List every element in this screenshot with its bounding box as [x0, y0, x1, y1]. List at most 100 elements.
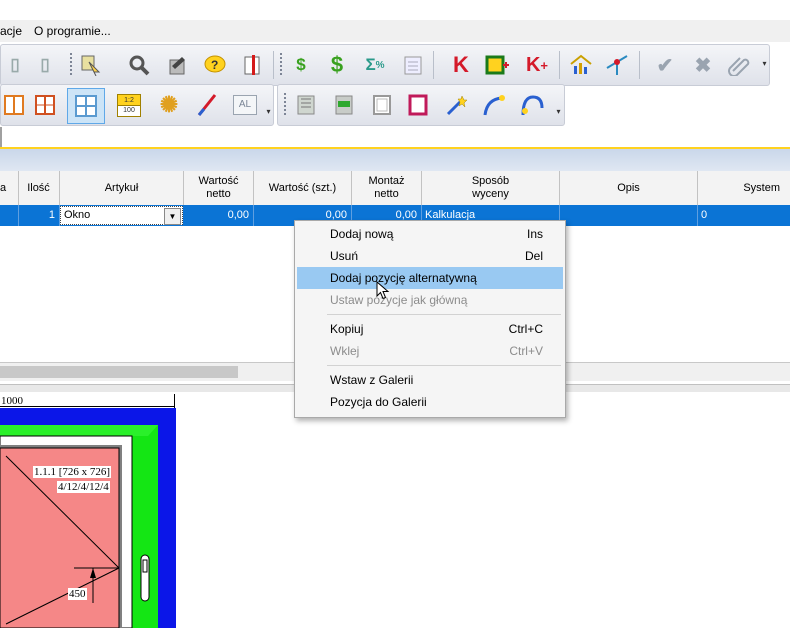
- menu-item-set-as-main[interactable]: Ustaw pozycje jak główną: [297, 289, 563, 311]
- article-dropdown[interactable]: Okno ▼: [60, 206, 183, 225]
- split-icon[interactable]: [603, 51, 631, 79]
- help-icon[interactable]: ?: [201, 51, 229, 79]
- toolbar-overflow-chevron[interactable]: ▾: [555, 99, 562, 125]
- check-icon[interactable]: ✔: [651, 51, 679, 79]
- mouse-cursor-icon: [376, 281, 390, 300]
- k-icon[interactable]: K: [447, 51, 475, 79]
- menu-item-actions[interactable]: acje: [0, 24, 22, 38]
- context-menu: Dodaj nową Ins Usuń Del Dodaj pozycję al…: [294, 220, 566, 418]
- chart-house-icon[interactable]: [567, 51, 595, 79]
- menu-item-label: Dodaj pozycję alternatywną: [330, 271, 477, 285]
- toolbar-separator: [273, 51, 274, 79]
- toolbar-grip[interactable]: [281, 91, 289, 119]
- filter-strip-edge: [0, 127, 2, 147]
- menu-item-label: Dodaj nową: [330, 227, 394, 241]
- menu-item-label: Wstaw z Galerii: [330, 373, 414, 387]
- menu-item-insert-from-gallery[interactable]: Wstaw z Galerii: [297, 369, 563, 391]
- menu-item-label: Kopiuj: [330, 322, 364, 336]
- toolbar-overflow-chevron[interactable]: ▾: [761, 51, 768, 77]
- column-header-a[interactable]: a: [0, 171, 19, 205]
- column-header-assembly-net[interactable]: Montaż netto: [352, 171, 422, 205]
- toolbar-overflow-chevron[interactable]: ▾: [265, 99, 272, 125]
- menu-item-shortcut: Ctrl+C: [508, 322, 543, 336]
- window-drawing: [0, 408, 176, 628]
- k-plus-icon[interactable]: K +: [523, 51, 551, 79]
- menu-item-delete[interactable]: Usuń Del: [297, 245, 563, 267]
- toolbar-separator: [639, 51, 640, 79]
- menu-item-copy[interactable]: Kopiuj Ctrl+C: [297, 318, 563, 340]
- ruler-tick: [174, 394, 175, 408]
- sash-label: 1.1.1 [726 x 726]: [33, 466, 112, 478]
- toolbar-row-1: ▯ ▯ ? $ $ Σ% K K + ✔ ✖ ▾: [0, 44, 770, 86]
- dollar-icon[interactable]: $: [287, 51, 315, 79]
- grid-header: a Ilość Artykuł Wartość netto Wartość (s…: [0, 171, 790, 206]
- article-dropdown-value: Okno: [64, 209, 91, 221]
- menu-item-add-new[interactable]: Dodaj nową Ins: [297, 223, 563, 245]
- cursor-icon[interactable]: [77, 51, 105, 79]
- menu-item-label: Ustaw pozycje jak główną: [330, 293, 468, 307]
- frame-cross-button[interactable]: [67, 88, 105, 124]
- frame-icon[interactable]: [368, 91, 396, 119]
- sigma-percent-icon[interactable]: Σ%: [361, 51, 389, 79]
- menu-item-paste[interactable]: Wklej Ctrl+V: [297, 340, 563, 362]
- frame-split2-icon[interactable]: [31, 91, 59, 119]
- row-cell-value-net[interactable]: 0,00: [184, 205, 254, 226]
- row-cell-description[interactable]: [560, 205, 698, 226]
- toolbar-row-2b: ▾: [277, 84, 565, 126]
- drawing-canvas[interactable]: 1000 1.1.1 [726 x 726] 4/12/4/12/4 450: [0, 392, 790, 628]
- line-icon[interactable]: [193, 91, 221, 119]
- dollar-multi-icon[interactable]: $: [323, 51, 351, 79]
- gear-icon[interactable]: ✺: [155, 91, 183, 119]
- row-cell-a: [0, 205, 19, 226]
- report-icon[interactable]: [239, 51, 267, 79]
- scrollbar-thumb[interactable]: [0, 366, 238, 378]
- column-header-article[interactable]: Artykuł: [60, 171, 184, 205]
- red-frame-icon[interactable]: [404, 91, 432, 119]
- menu-item-save-to-gallery[interactable]: Pozycja do Galerii: [297, 391, 563, 413]
- ruler-line: [0, 406, 174, 407]
- dimension-label: 450: [68, 588, 87, 600]
- menu-item-label: Wklej: [330, 344, 360, 358]
- column-header-quantity[interactable]: Ilość: [18, 171, 60, 205]
- menu-item-label: Usuń: [330, 249, 359, 263]
- al-label: AL: [233, 95, 257, 115]
- x-icon[interactable]: ✖: [689, 51, 717, 79]
- search-icon[interactable]: [125, 51, 153, 79]
- doc-icon[interactable]: ▯: [31, 51, 59, 79]
- notes-icon[interactable]: [399, 51, 427, 79]
- frame-cross-icon: [75, 95, 97, 117]
- chevron-down-icon[interactable]: ▼: [164, 208, 181, 225]
- menu-item-about[interactable]: O programie...: [34, 24, 111, 38]
- menu-separator: [327, 314, 561, 315]
- frame-add-icon[interactable]: [483, 51, 511, 79]
- attach-icon[interactable]: [725, 51, 753, 79]
- column-header-value-net[interactable]: Wartość netto: [184, 171, 254, 205]
- texture-icon[interactable]: [292, 91, 320, 119]
- column-header-system[interactable]: System: [698, 171, 790, 205]
- column-header-pricing-method[interactable]: Sposób wyceny: [422, 171, 560, 205]
- row-cell-quantity[interactable]: 1: [18, 205, 60, 226]
- column-header-value-unit[interactable]: Wartość (szt.): [254, 171, 352, 205]
- menu-item-shortcut: Ins: [526, 227, 543, 241]
- scale-icon[interactable]: 1:2 100: [117, 94, 141, 117]
- menu-item-add-alternative[interactable]: Dodaj pozycję alternatywną: [297, 267, 563, 289]
- row-cell-system[interactable]: 0: [698, 205, 790, 226]
- glass-label: 4/12/4/12/4: [57, 481, 110, 493]
- edit-icon[interactable]: [163, 51, 191, 79]
- toolbar-separator: [433, 51, 434, 79]
- menu-item-label: Pozycja do Galerii: [330, 395, 427, 409]
- al-icon[interactable]: AL: [231, 91, 259, 119]
- arc-icon[interactable]: [480, 91, 508, 119]
- toolbar-grip[interactable]: [277, 51, 285, 79]
- wand-icon[interactable]: [442, 91, 470, 119]
- menu-item-shortcut: Ctrl+V: [509, 344, 543, 358]
- green-glass-icon[interactable]: [330, 91, 358, 119]
- doc-icon[interactable]: ▯: [1, 51, 29, 79]
- arch-icon[interactable]: [518, 91, 546, 119]
- menu-separator: [327, 365, 561, 366]
- group-panel: [0, 149, 790, 171]
- menu-item-shortcut: Del: [524, 249, 543, 263]
- column-header-description[interactable]: Opis: [560, 171, 698, 205]
- toolbar-grip[interactable]: [67, 51, 75, 79]
- frame-split-icon[interactable]: [1, 91, 29, 119]
